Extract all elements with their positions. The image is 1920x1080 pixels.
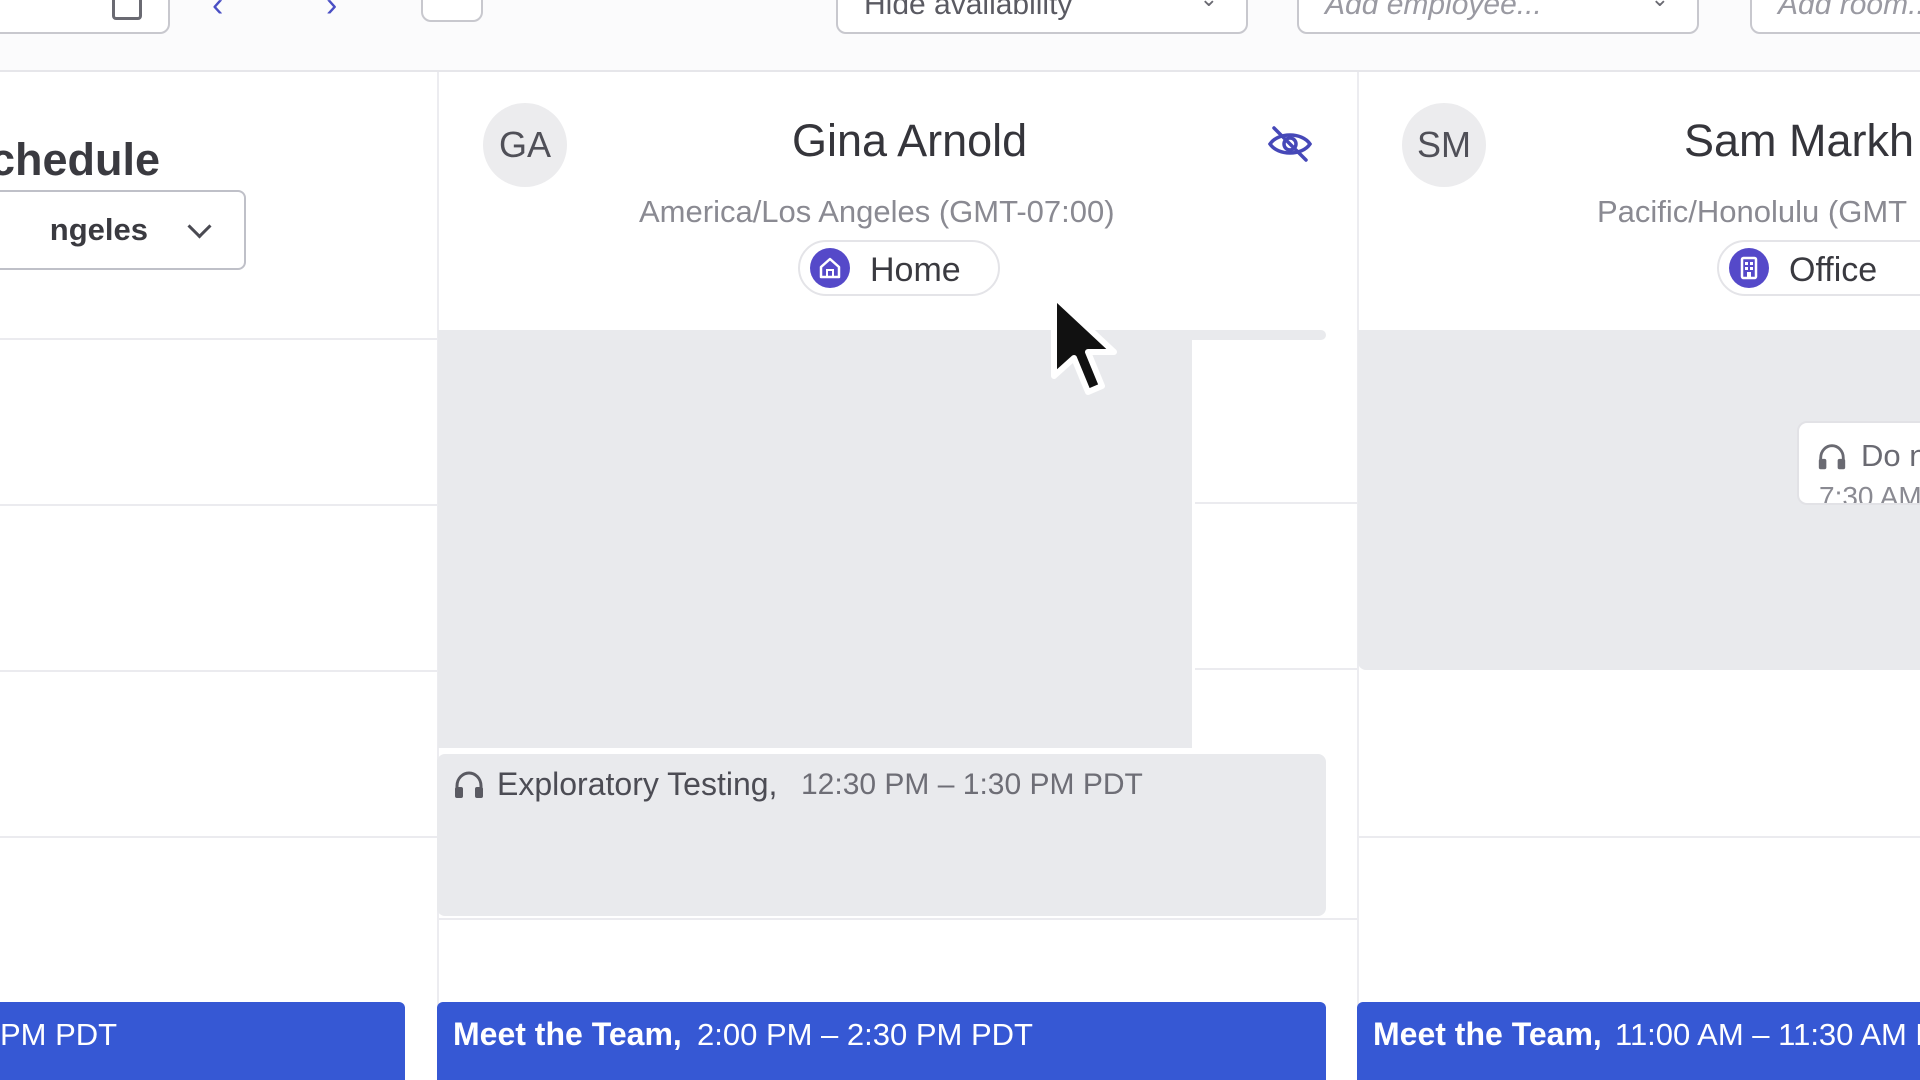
meeting-block[interactable]: PM PDT [0,1002,405,1080]
next-arrow-icon[interactable]: › [326,0,337,25]
chevron-down-icon: ⌄ [1651,0,1669,12]
schedule-view: ‹ › Hide availability ⌄ Add employee... … [0,0,1920,1080]
calendar-icon [112,0,142,20]
event-time: 12:30 PM – 1:30 PM PDT [801,768,1143,801]
meeting-time: 2:00 PM – 2:30 PM PDT [697,1017,1033,1052]
employee-timezone: Pacific/Honolulu (GMT [1597,194,1908,229]
avatar: GA [483,103,567,187]
timezone-select[interactable]: ngeles [0,190,246,270]
home-icon [810,248,850,288]
location-label: Home [870,251,961,289]
event-block[interactable]: Exploratory Testing, 12:30 PM – 1:30 PM … [437,754,1326,916]
event-card[interactable]: Do n 7:30 AM [1797,421,1920,505]
hour-divider [1359,836,1920,838]
meeting-title: Meet the Team, [453,1016,682,1052]
add-employee-placeholder: Add employee... [1325,0,1542,21]
employee-name: Gina Arnold [792,115,1028,166]
meeting-time: 11:00 AM – 11:30 AM P [1615,1017,1920,1052]
meeting-block[interactable]: Meet the Team, 11:00 AM – 11:30 AM P [1357,1002,1920,1080]
hour-divider [0,338,437,340]
hour-divider [0,670,437,672]
eye-off-icon[interactable] [1266,124,1314,164]
date-picker[interactable] [0,0,170,34]
hour-divider [1195,668,1359,670]
location-badge[interactable]: Home [798,240,1000,296]
employee-timezone: America/Los Angeles (GMT-07:00) [639,194,1115,229]
location-label: Office [1789,251,1878,289]
availability-filter-value: Hide availability [864,0,1073,21]
event-title: Do n [1861,438,1920,473]
timezone-select-value: ngeles [49,212,148,247]
mouse-cursor-icon [1051,293,1117,395]
hour-divider [0,836,437,838]
headphones-icon [455,771,483,798]
toolbar: ‹ › Hide availability ⌄ Add employee... … [0,0,1920,72]
add-room-select[interactable]: Add room... [1750,0,1920,34]
meeting-block[interactable]: Meet the Team, 2:00 PM – 2:30 PM PDT [437,1002,1326,1080]
event-title: Exploratory Testing, [497,766,778,802]
previous-arrow-icon[interactable]: ‹ [212,0,223,25]
hour-divider [439,918,1359,920]
add-employee-select[interactable]: Add employee... ⌄ [1297,0,1699,34]
today-button[interactable] [421,0,483,22]
avatar: SM [1402,103,1486,187]
availability-filter[interactable]: Hide availability ⌄ [836,0,1248,34]
meeting-title: Meet the Team, [1373,1016,1602,1052]
hour-divider [0,504,437,506]
location-badge[interactable]: Office [1717,240,1920,296]
chevron-down-icon: ⌄ [1200,0,1218,12]
building-icon [1729,248,1769,288]
hour-divider [1195,502,1359,504]
schedule-title: chedule [0,134,160,185]
event-time: 7:30 AM [1819,481,1920,505]
add-room-placeholder: Add room... [1778,0,1920,21]
employee-name: Sam Markh [1684,115,1915,166]
chevron-down-icon [187,214,212,239]
meeting-time: PM PDT [0,1017,118,1052]
headphones-icon [1818,444,1846,470]
